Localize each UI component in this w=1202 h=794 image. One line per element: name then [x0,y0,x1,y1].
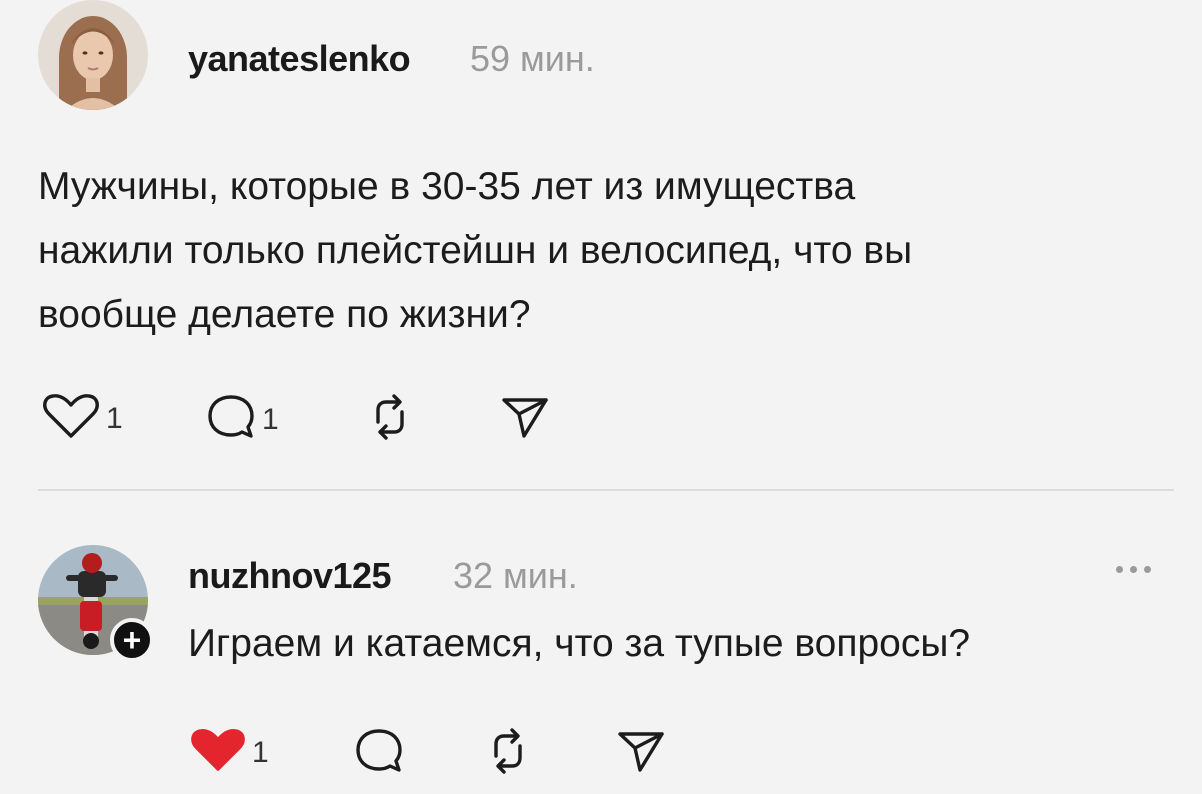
more-dots-icon[interactable] [1116,566,1151,573]
post-repost-button[interactable] [366,392,414,447]
follow-plus-icon[interactable]: + [110,618,154,662]
post-username[interactable]: yanateslenko [188,38,411,80]
comment-icon [204,392,258,447]
thread-page: yanateslenko 59 мин. Мужчины, которые в … [0,0,1202,794]
post-like-count: 1 [106,401,123,435]
post-author-avatar[interactable] [38,0,148,110]
reply-repost-button[interactable] [484,726,532,781]
post-text-line: Мужчины, которые в 30-35 лет из имуществ… [38,165,856,208]
reply-text: Играем и катаемся, что за тупые вопросы? [188,622,971,665]
reply-share-button[interactable] [616,726,666,781]
repost-icon [484,726,532,781]
post-text-line: вообще делаете по жизни? [38,293,531,336]
comment-icon [352,726,406,781]
heart-icon [40,392,102,445]
send-icon [500,392,550,447]
post-reply-button[interactable]: 1 [204,392,279,447]
reply-timestamp: 32 мин. [453,555,578,596]
post-reply-count: 1 [262,402,279,436]
reply-like-count: 1 [252,735,269,769]
thread-divider [38,489,1174,491]
reply-username[interactable]: nuzhnov125 [188,555,392,597]
post-like-button[interactable]: 1 [40,392,123,445]
post-text: Мужчины, которые в 30-35 лет из имуществ… [38,155,1158,347]
heart-filled-icon [188,726,248,779]
repost-icon [366,392,414,447]
reply-reply-button[interactable] [352,726,406,781]
send-icon [616,726,666,781]
post-timestamp: 59 мин. [470,38,595,79]
post-share-button[interactable] [500,392,550,447]
reply-like-button[interactable]: 1 [188,726,269,779]
post-text-line: нажили только плейстейшн и велосипед, чт… [38,229,913,272]
